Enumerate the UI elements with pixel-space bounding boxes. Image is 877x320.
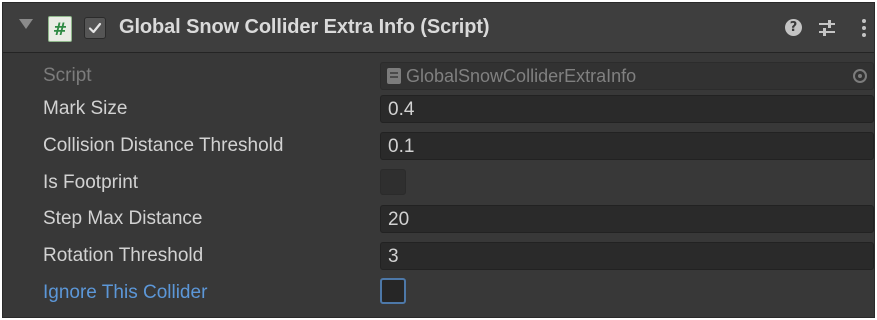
ignore-this-collider-checkbox[interactable]: [380, 278, 406, 304]
checkmark-icon: [88, 22, 102, 34]
mark-size-field[interactable]: 0.4: [380, 95, 874, 123]
is-footprint-checkbox[interactable]: [380, 169, 406, 195]
foldout-arrow-icon[interactable]: [19, 19, 33, 29]
inspector-component-panel: # Global Snow Collider Extra Info (Scrip…: [2, 2, 875, 318]
object-picker-icon[interactable]: [853, 69, 867, 83]
is-footprint-label: Is Footprint: [43, 172, 139, 193]
mark-size-value[interactable]: 0.4: [388, 99, 414, 121]
collision-distance-threshold-value[interactable]: 0.1: [388, 136, 414, 158]
component-title: Global Snow Collider Extra Info (Script): [119, 16, 490, 38]
collision-distance-threshold-field[interactable]: 0.1: [380, 132, 874, 160]
component-enabled-checkbox[interactable]: [84, 17, 106, 39]
script-object-field[interactable]: GlobalSnowColliderExtraInfo: [380, 62, 874, 90]
rotation-threshold-value[interactable]: 3: [388, 246, 399, 268]
script-file-icon: [387, 68, 401, 84]
collision-distance-threshold-label: Collision Distance Threshold: [43, 135, 284, 156]
script-label: Script: [43, 65, 92, 86]
presets-icon[interactable]: [816, 17, 838, 39]
component-header[interactable]: # Global Snow Collider Extra Info (Scrip…: [3, 3, 874, 53]
ignore-this-collider-label: Ignore This Collider: [43, 282, 208, 303]
help-icon[interactable]: ?: [783, 17, 805, 39]
rotation-threshold-label: Rotation Threshold: [43, 245, 204, 266]
rotation-threshold-field[interactable]: 3: [380, 242, 874, 270]
mark-size-label: Mark Size: [43, 98, 128, 119]
script-object-value: GlobalSnowColliderExtraInfo: [406, 66, 637, 86]
step-max-distance-value[interactable]: 20: [388, 209, 409, 231]
step-max-distance-label: Step Max Distance: [43, 208, 203, 229]
csharp-script-icon: #: [48, 16, 72, 42]
step-max-distance-field[interactable]: 20: [380, 205, 874, 233]
kebab-menu-icon[interactable]: [853, 17, 874, 39]
